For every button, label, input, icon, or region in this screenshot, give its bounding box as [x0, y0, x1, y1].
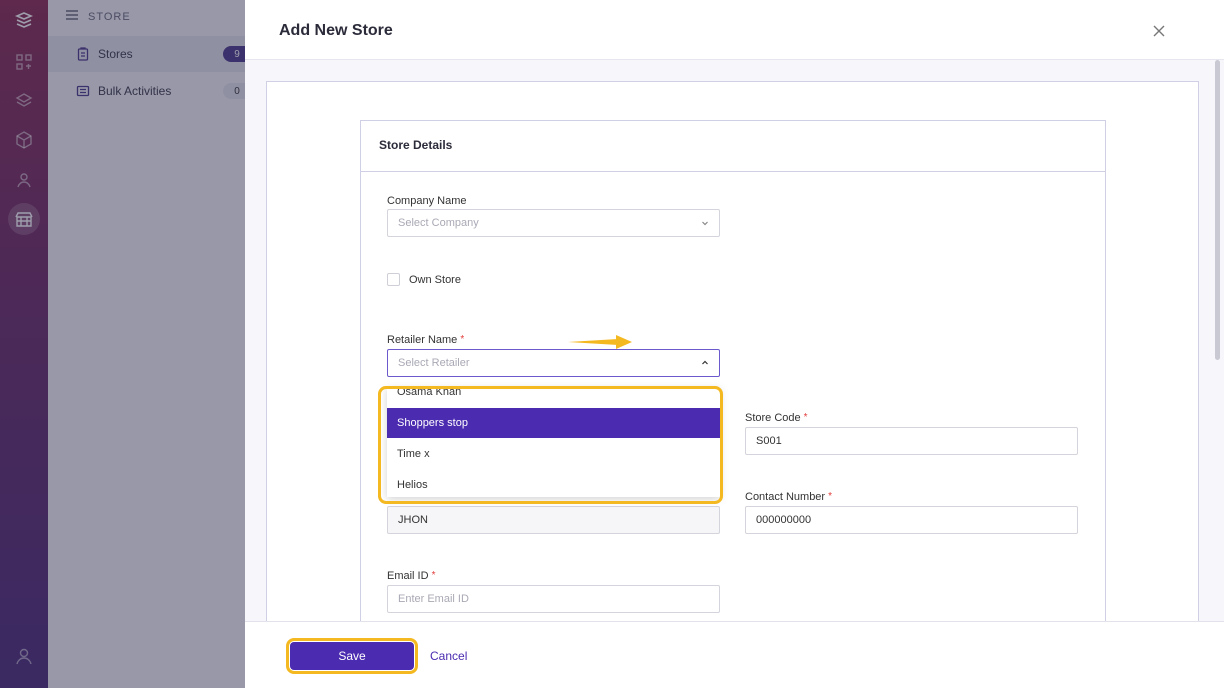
- chevron-down-icon: [702, 221, 708, 226]
- retailer-select[interactable]: Select Retailer: [387, 349, 720, 377]
- modal-backdrop[interactable]: [0, 0, 245, 688]
- drawer-title: Add New Store: [279, 22, 393, 39]
- add-store-drawer: Add New Store Store Details Company Name…: [245, 0, 1224, 688]
- company-name-label: Company Name: [387, 195, 467, 207]
- email-label-text: Email ID: [387, 570, 429, 582]
- scrollbar[interactable]: [1215, 60, 1220, 360]
- cancel-button[interactable]: Cancel: [430, 649, 467, 663]
- required-mark: *: [828, 491, 832, 502]
- own-store-checkbox[interactable]: [387, 273, 400, 286]
- required-mark: *: [460, 334, 465, 345]
- contact-number-label-text: Contact Number: [745, 491, 826, 503]
- section-title: Store Details: [361, 121, 1105, 172]
- company-select-placeholder: Select Company: [398, 217, 479, 229]
- required-mark: *: [803, 412, 808, 423]
- contact-number-label: Contact Number *: [745, 491, 832, 503]
- email-label: Email ID *: [387, 570, 435, 582]
- own-store-label: Own Store: [409, 274, 461, 286]
- retailer-name-label-text: Retailer Name: [387, 334, 458, 346]
- drawer-footer: Save Cancel: [245, 621, 1224, 688]
- chevron-up-icon: [702, 360, 708, 365]
- store-details-card: Store Details: [360, 120, 1106, 640]
- close-icon[interactable]: [1150, 22, 1168, 40]
- company-select[interactable]: Select Company: [387, 209, 720, 237]
- contact-number-input[interactable]: 000000000: [745, 506, 1078, 534]
- pointer-arrow-icon: [568, 335, 632, 349]
- store-code-label-text: Store Code: [745, 412, 801, 424]
- store-code-label: Store Code *: [745, 412, 808, 424]
- retailer-name-label: Retailer Name *: [387, 334, 464, 346]
- save-highlight-box: [286, 638, 418, 674]
- contact-name-input[interactable]: JHON: [387, 506, 720, 534]
- required-mark: *: [431, 570, 436, 581]
- dropdown-highlight-box: [378, 386, 723, 504]
- store-code-input[interactable]: S001: [745, 427, 1078, 455]
- retailer-select-placeholder: Select Retailer: [398, 357, 470, 369]
- email-input[interactable]: Enter Email ID: [387, 585, 720, 613]
